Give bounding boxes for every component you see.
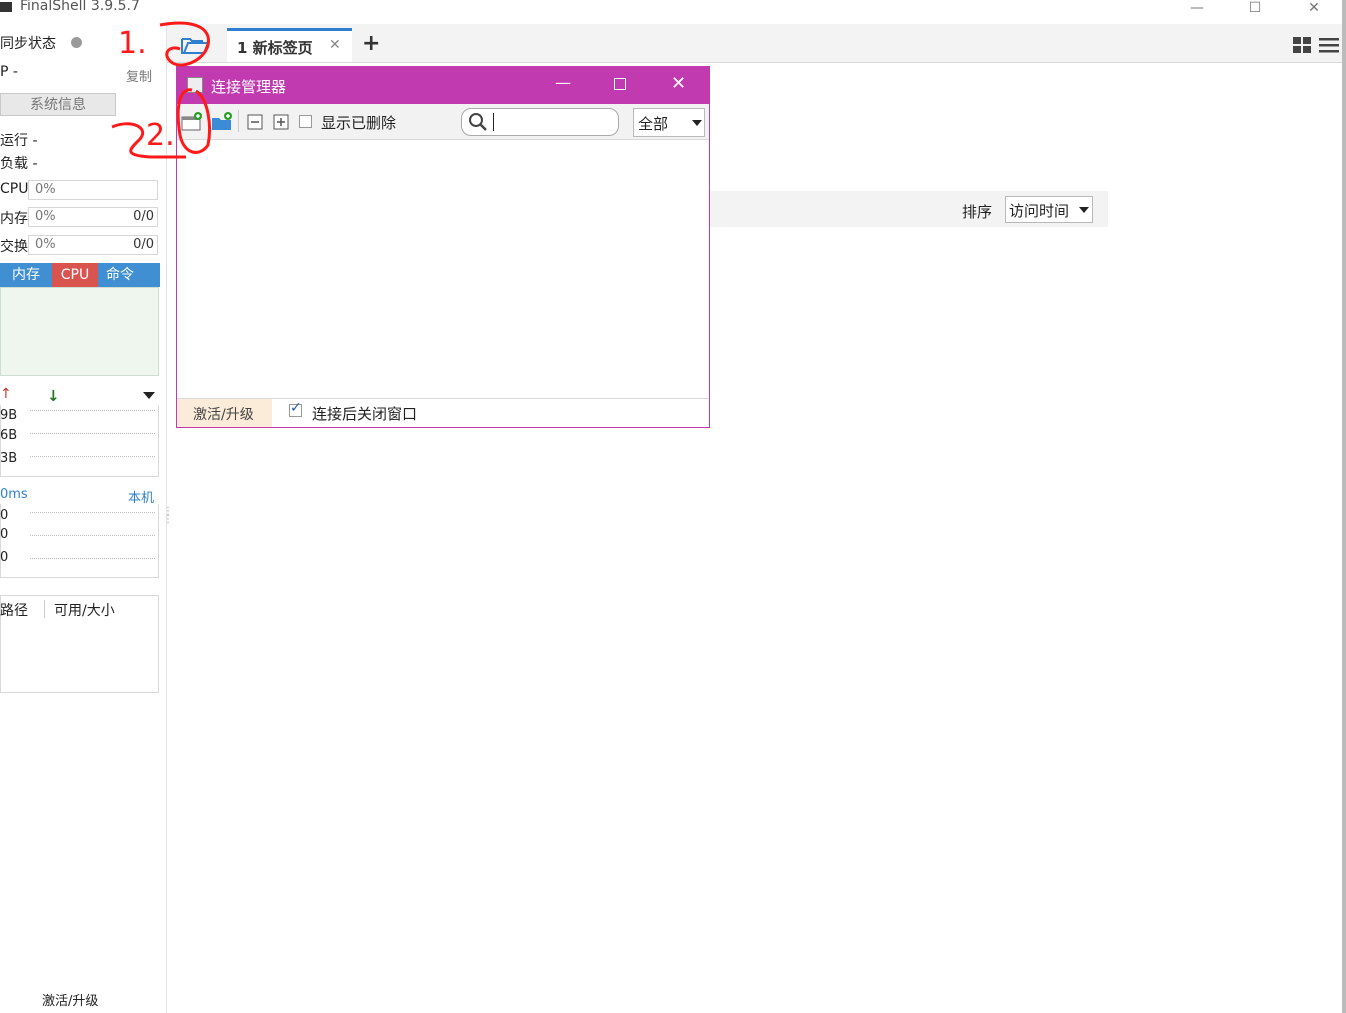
tab-new-page[interactable]: 1 新标签页 ✕ [227,28,352,62]
mem-ratio: 0/0 [133,209,154,224]
dialog-close-button[interactable]: ✕ [671,73,686,94]
sysinfo-button[interactable]: 系统信息 [0,93,116,116]
maximize-button[interactable]: ☐ [1235,0,1275,18]
activate-upgrade-label: 激活/升级 [193,407,254,423]
grid-line [30,512,155,513]
swap-meter: 0% 0/0 [28,235,158,255]
menu-icon[interactable] [1319,37,1339,57]
show-deleted-label: 显示已删除 [321,114,397,132]
swap-value: 0% [35,237,56,252]
checkmark-icon: ✓ [290,400,302,416]
close-button[interactable]: ✕ [1294,0,1334,18]
toolbar-divider [238,110,239,132]
chevron-down-icon [1079,207,1089,213]
cpu-meter: 0% [28,180,158,200]
collapse-all-icon[interactable] [247,114,265,136]
tab-command[interactable]: 命令 [98,263,142,287]
monitor-graph [0,287,159,376]
grid-line [30,535,155,536]
swap-ratio: 0/0 [133,237,154,252]
window-edge [1342,0,1346,1013]
dialog-title-bar[interactable]: 连接管理器 — ✕ [177,67,709,104]
annotation-step-1: 1. [118,26,147,61]
mem-value: 0% [35,209,56,224]
sync-status-label: 同步状态 [0,36,56,52]
net-tick: 6B [0,428,18,443]
latency-label: 0ms [0,487,28,502]
download-arrow-icon: ↓ [47,387,60,405]
ip-label: P - [0,64,18,80]
cpu-value: 0% [35,182,56,197]
grid-line [30,433,155,434]
net-tick: 3B [0,451,18,466]
dialog-toolbar: 显示已删除 [177,104,709,140]
search-icon [468,112,488,136]
latency-tick: 0 [0,550,9,565]
grid-line [30,410,155,411]
disk-col-size[interactable]: 可用/大小 [54,600,115,620]
annotation-step-2: 2. [146,118,175,153]
sort-select[interactable]: 访问时间 [1005,196,1093,223]
splitter-handle[interactable]: ⋮ ⋮ [163,507,173,525]
dialog-maximize-button[interactable] [614,78,626,90]
chevron-down-icon [692,120,702,126]
network-graph [0,405,159,477]
grid-line [30,456,155,457]
cpu-label: CPU [0,181,29,197]
monitor-tabs: 内存 CPU 命令 [0,263,160,287]
connection-tree[interactable] [177,140,709,398]
search-input[interactable] [461,108,619,136]
load-label: 负载 - [0,156,38,172]
text-cursor [493,113,494,131]
tab-close-icon[interactable]: ✕ [329,37,341,53]
close-after-connect-checkbox[interactable]: ✓ [289,400,302,417]
dialog-footer: 激活/升级 ✓ 连接后关闭窗口 [177,398,709,427]
latency-tick: 0 [0,527,9,542]
tab-label: 1 新标签页 [237,39,313,57]
latency-graph [0,504,159,578]
filter-select[interactable]: 全部 [633,108,705,137]
net-interface-dropdown-icon[interactable] [143,392,155,399]
app-title: FinalShell 3.9.5.7 [20,0,140,14]
tab-memory[interactable]: 内存 [0,263,52,287]
dialog-minimize-button[interactable]: — [555,73,571,92]
close-after-connect-label: 连接后关闭窗口 [312,405,418,423]
sort-label: 排序 [962,203,993,221]
column-divider [44,600,45,618]
swap-label: 交换 [0,239,28,255]
mem-label: 内存 [0,211,28,227]
add-tab-button[interactable]: + [362,31,380,56]
sync-status-dot-icon [71,37,82,48]
latency-tick: 0 [0,508,9,523]
app-icon [0,2,12,12]
uptime-label: 运行 - [0,133,38,149]
mem-meter: 0% 0/0 [28,207,158,227]
upload-arrow-icon: ↑ [0,386,12,402]
connection-manager-dialog: 连接管理器 — ✕ 显示已删除 全部 激活/升级 ✓ 连接后关闭窗口 [176,66,710,428]
disk-col-path[interactable]: 路径 [0,600,28,620]
tab-cpu[interactable]: CPU [52,263,98,287]
expand-all-icon[interactable] [273,114,291,136]
minimize-button[interactable]: — [1177,0,1217,18]
grid-line [30,558,155,559]
sort-value: 访问时间 [1009,202,1070,220]
net-tick: 9B [0,408,18,423]
filter-value: 全部 [638,115,669,133]
grid-view-icon[interactable] [1293,37,1313,57]
show-deleted-checkbox[interactable] [299,115,312,128]
activate-upgrade-link[interactable]: 激活/升级 [42,990,98,1009]
activate-upgrade-button[interactable]: 激活/升级 [177,399,272,427]
